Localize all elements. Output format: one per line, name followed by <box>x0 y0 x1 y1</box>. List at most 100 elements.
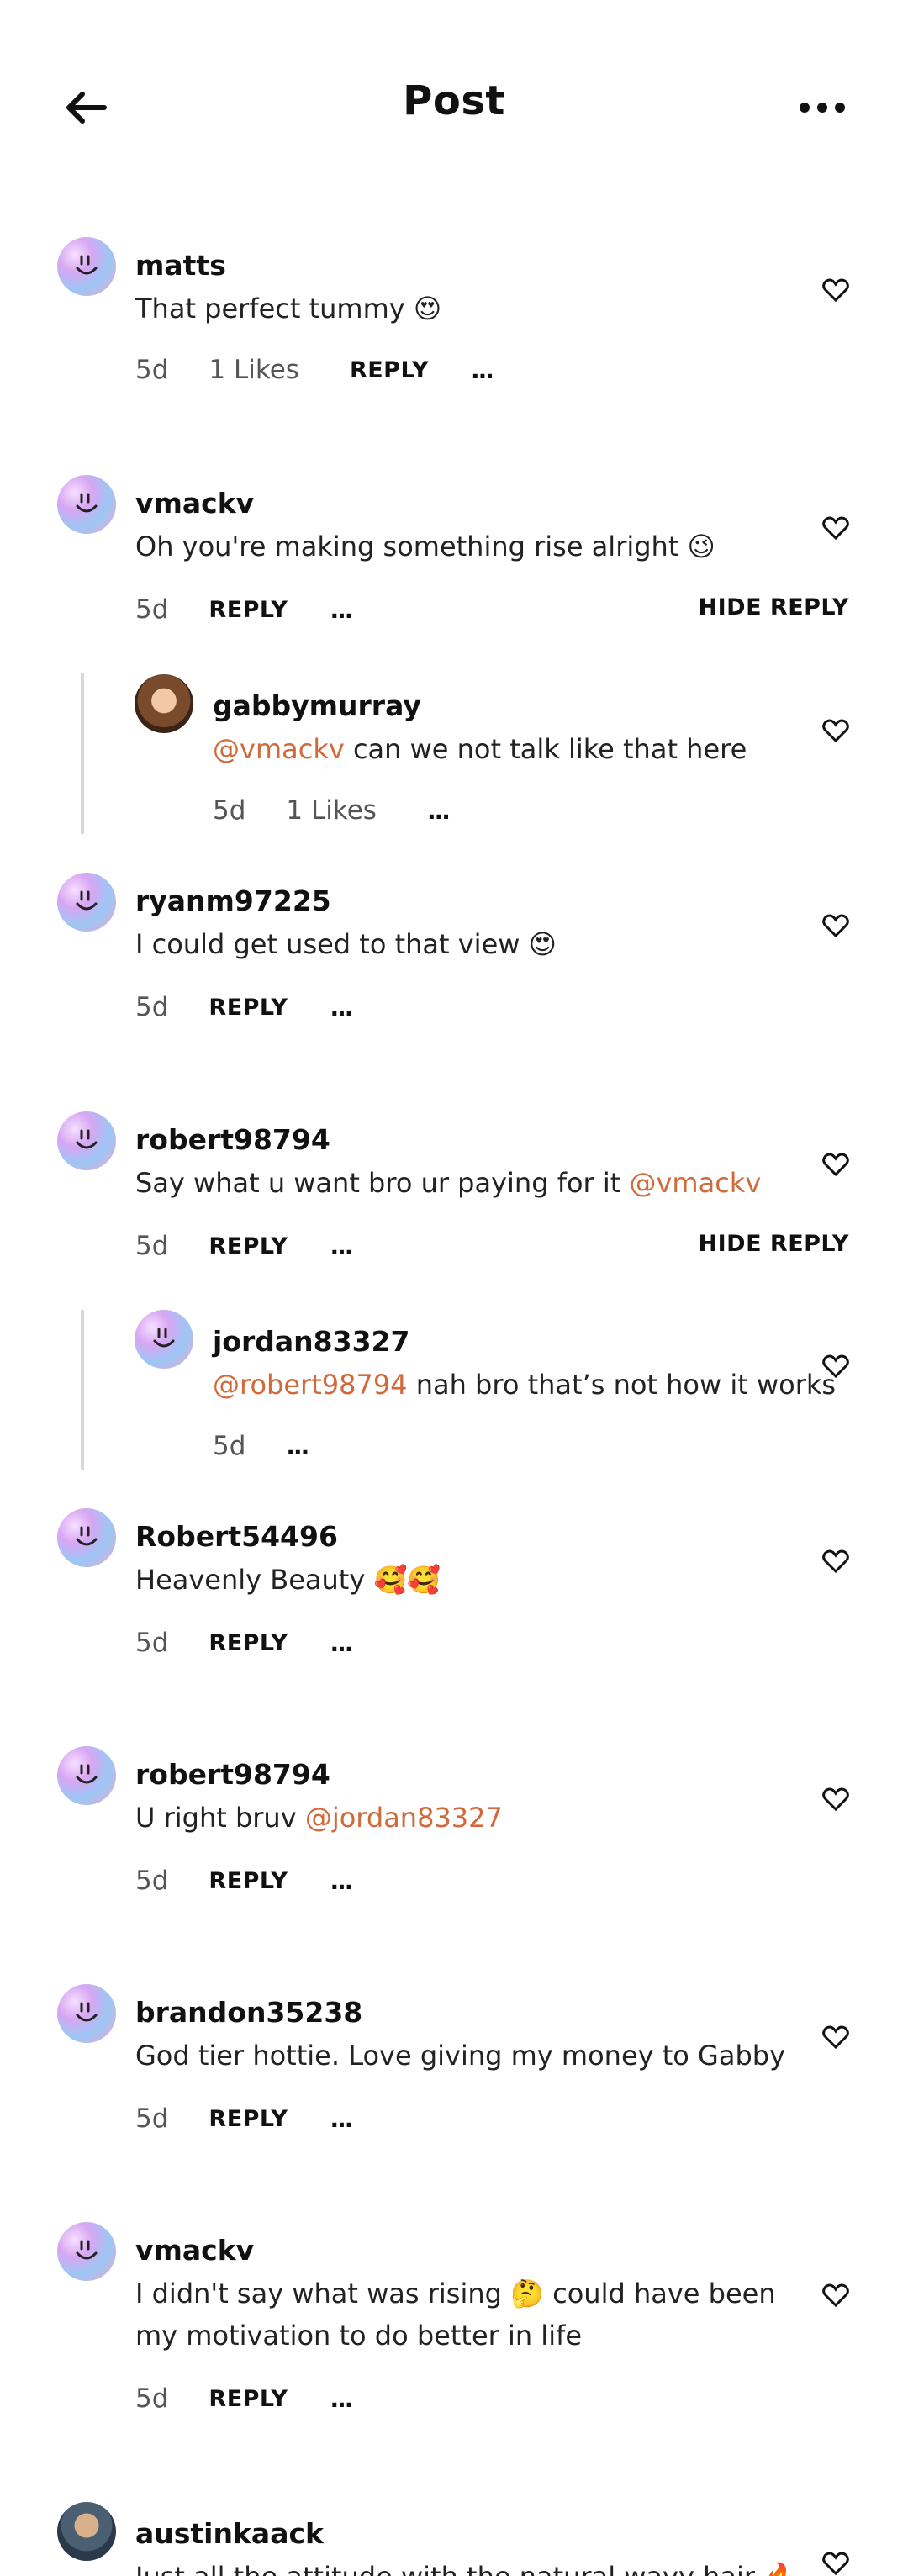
more-options-button[interactable] <box>795 87 849 128</box>
comment-meta: 5d REPLY ... <box>135 1231 353 1261</box>
app-header: Post <box>0 0 908 210</box>
mention-link[interactable]: @robert98794 <box>213 1369 408 1401</box>
mention-link[interactable]: @jordan83327 <box>305 1802 503 1834</box>
comment-username[interactable]: ryanm97225 <box>135 884 331 917</box>
heart-icon[interactable] <box>822 2283 849 2308</box>
avatar[interactable] <box>57 237 116 296</box>
comment-time: 5d <box>135 355 169 385</box>
heart-icon[interactable] <box>822 1152 849 1177</box>
smile-icon <box>76 2002 98 2022</box>
comment-text: Heavenly Beauty 🥰🥰 <box>135 1559 441 1601</box>
heart-icon[interactable] <box>822 718 849 743</box>
comment-text: @robert98794 nah bro that’s not how it w… <box>213 1364 836 1406</box>
comment-time: 5d <box>135 1866 169 1896</box>
page-title: Post <box>403 77 505 124</box>
reply-button[interactable]: REPLY <box>209 2386 288 2412</box>
reply-thread-line <box>81 673 84 834</box>
comment-time: 5d <box>135 1231 169 1261</box>
comment-username[interactable]: matts <box>135 249 226 282</box>
comment-more-button[interactable]: ... <box>330 994 353 1021</box>
comment-meta: 5d 1 Likes ... <box>213 795 451 826</box>
comment-text: Just all the attitude with the natural w… <box>135 2556 797 2576</box>
comment-body: Oh you're making something rise alright … <box>135 531 715 562</box>
comment-more-button[interactable]: ... <box>330 2105 353 2133</box>
comment-more-button[interactable]: ... <box>330 596 353 624</box>
avatar[interactable] <box>135 1310 193 1369</box>
avatar[interactable] <box>57 1111 116 1170</box>
comment-username[interactable]: vmackv <box>135 2234 254 2267</box>
comment-more-button[interactable]: ... <box>286 1433 309 1460</box>
comment-body: That perfect tummy 😍 <box>135 293 442 325</box>
smile-icon <box>76 1764 98 1784</box>
reply-button[interactable]: REPLY <box>209 1630 288 1656</box>
reply-button[interactable]: REPLY <box>350 357 429 383</box>
avatar[interactable] <box>57 2502 116 2561</box>
comment-meta: 5d REPLY ... <box>135 1866 353 1896</box>
heart-icon[interactable] <box>822 277 849 303</box>
comment-meta: 5d REPLY ... <box>135 992 353 1022</box>
comment-more-button[interactable]: ... <box>471 356 494 384</box>
comment-body: I could get used to that view 😍 <box>135 928 557 960</box>
comment-time: 5d <box>135 594 169 625</box>
smile-icon <box>76 255 98 275</box>
heart-icon[interactable] <box>822 515 849 541</box>
heart-icon[interactable] <box>822 2024 849 2050</box>
avatar[interactable] <box>57 1746 116 1805</box>
comment-more-button[interactable]: ... <box>330 1233 353 1260</box>
comment-text: Oh you're making something rise alright … <box>135 525 715 567</box>
comment-body: Just all the attitude with the natural w… <box>135 2561 797 2576</box>
comment-text: Say what u want bro ur paying for it @vm… <box>135 1162 761 1204</box>
comment-meta: 5d REPLY ... <box>135 2104 353 2134</box>
mention-link[interactable]: @vmackv <box>213 733 345 765</box>
reply-button[interactable]: REPLY <box>209 1233 288 1259</box>
comment-body: Heavenly Beauty 🥰🥰 <box>135 1564 441 1596</box>
reply-button[interactable]: REPLY <box>209 2106 288 2132</box>
smile-icon <box>153 1328 175 1348</box>
comment-meta: 5d REPLY ... <box>135 2383 353 2414</box>
avatar[interactable] <box>57 475 116 534</box>
heart-icon[interactable] <box>822 1787 849 1812</box>
avatar[interactable] <box>57 1508 116 1567</box>
comment-username[interactable]: robert98794 <box>135 1758 330 1791</box>
comment-username[interactable]: gabbymurray <box>213 689 421 722</box>
heart-icon[interactable] <box>822 1354 849 1379</box>
comment-body: can we not talk like that here <box>344 733 747 765</box>
comment-text: U right bruv @jordan83327 <box>135 1797 503 1839</box>
comment-username[interactable]: brandon35238 <box>135 1996 362 2029</box>
comment-text: @vmackv can we not talk like that here <box>213 728 747 770</box>
comment-username[interactable]: austinkaack <box>135 2517 324 2550</box>
comment-username[interactable]: Robert54496 <box>135 1520 338 1553</box>
heart-icon[interactable] <box>822 913 849 938</box>
comment-text: I could get used to that view 😍 <box>135 923 557 965</box>
reply-button[interactable]: REPLY <box>209 1868 288 1894</box>
comment-meta: 5d REPLY ... <box>135 594 353 625</box>
comment-more-button[interactable]: ... <box>330 1629 353 1657</box>
reply-button[interactable]: REPLY <box>209 995 288 1021</box>
heart-icon[interactable] <box>822 1549 849 1574</box>
smile-icon <box>76 890 98 911</box>
comment-username[interactable]: vmackv <box>135 487 254 520</box>
avatar[interactable] <box>57 2222 116 2281</box>
avatar[interactable] <box>135 674 193 733</box>
smile-icon <box>76 1526 98 1546</box>
comment-more-button[interactable]: ... <box>427 797 451 825</box>
comment-time: 5d <box>135 992 169 1022</box>
avatar[interactable] <box>57 1984 116 2043</box>
comment-username[interactable]: robert98794 <box>135 1123 330 1156</box>
comment-meta: 5d ... <box>213 1431 309 1461</box>
comment-body: God tier hottie. Love giving my money to… <box>135 2040 785 2072</box>
comment-time: 5d <box>135 2383 169 2414</box>
smile-icon <box>76 2240 98 2260</box>
comment-more-button[interactable]: ... <box>330 1867 353 1895</box>
heart-icon[interactable] <box>822 2551 849 2576</box>
hide-reply-button[interactable]: HIDE REPLY <box>699 1231 849 1257</box>
avatar[interactable] <box>57 873 116 932</box>
like-count[interactable]: 1 Likes <box>286 795 377 826</box>
comment-more-button[interactable]: ... <box>330 2385 353 2413</box>
hide-reply-button[interactable]: HIDE REPLY <box>699 594 849 620</box>
like-count[interactable]: 1 Likes <box>209 355 299 385</box>
mention-link[interactable]: @vmackv <box>629 1167 761 1199</box>
reply-button[interactable]: REPLY <box>209 597 288 623</box>
comment-username[interactable]: jordan83327 <box>213 1325 409 1358</box>
comment-text: That perfect tummy 😍 <box>135 288 441 330</box>
